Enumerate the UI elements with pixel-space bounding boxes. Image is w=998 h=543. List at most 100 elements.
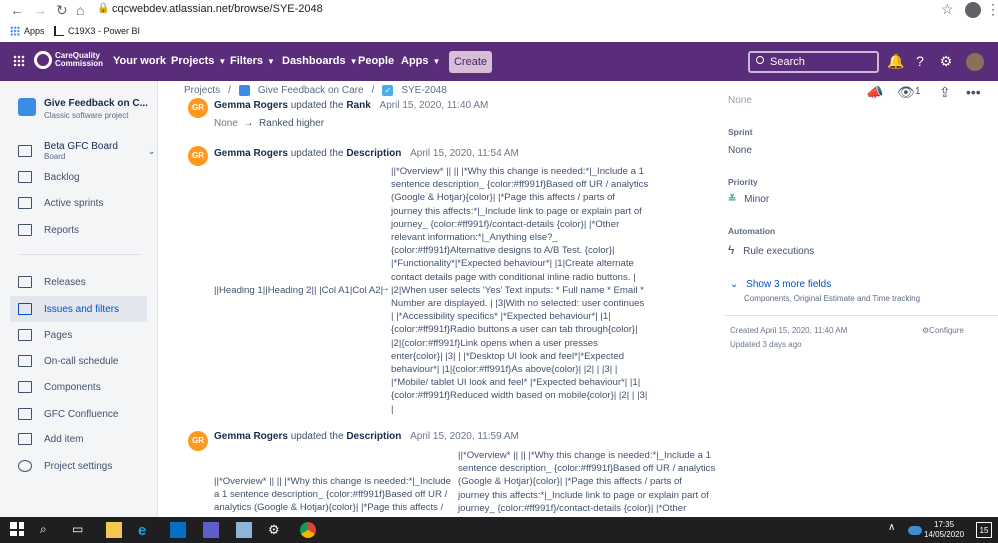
chevron-down-icon: ▼ — [218, 56, 227, 66]
notifications-icon[interactable]: 🔔 — [887, 53, 904, 69]
create-button[interactable]: Create — [449, 51, 492, 73]
lightning-icon: ϟ — [728, 243, 735, 257]
description-old-value: ||Heading 1||Heading 2|| |Col A1|Col A2| — [214, 285, 384, 296]
user-avatar[interactable] — [966, 53, 984, 71]
history-change: None → Ranked higher — [214, 118, 324, 129]
file-explorer-icon[interactable] — [106, 522, 122, 538]
bookmark-apps[interactable]: Apps — [10, 26, 45, 36]
home-icon[interactable]: ⌂ — [76, 2, 84, 18]
description-line: ||*Overview* || || |*Why this change is … — [214, 476, 451, 487]
sidebar-item-project-settings[interactable]: Project settings — [18, 460, 112, 472]
nav-projects[interactable]: Projects ▼ — [171, 55, 226, 67]
sidebar-item-reports[interactable]: Reports — [18, 224, 79, 236]
description-line: | — [391, 403, 394, 415]
updated-date: Updated 3 days ago — [730, 340, 802, 349]
reload-icon[interactable]: ↻ — [56, 2, 68, 19]
nav-label: Apps — [401, 55, 429, 67]
history-action: updated the — [290, 431, 344, 442]
sidebar-divider — [18, 254, 142, 255]
windows-start-icon[interactable] — [10, 522, 24, 536]
automation-field[interactable]: ϟ Rule executions — [728, 243, 814, 257]
description-line: journey this affects:*|_Include link to … — [391, 205, 642, 217]
project-header[interactable]: Give Feedback on C... Classic software p… — [18, 98, 148, 120]
notes-icon[interactable] — [236, 522, 252, 538]
description-line: relevant information:*|_Anything else?_ — [391, 232, 558, 244]
sidebar-item-issues-and-filters[interactable]: Issues and filters — [10, 296, 147, 322]
back-icon[interactable]: ← — [10, 2, 24, 18]
task-view-icon[interactable]: ▭ — [72, 522, 88, 538]
sidebar-item-pages[interactable]: Pages — [18, 329, 72, 341]
apps-icon — [10, 26, 20, 36]
breadcrumb-projects[interactable]: Projects — [184, 85, 220, 96]
chrome-icon[interactable] — [300, 522, 316, 538]
profile-icon[interactable] — [965, 2, 981, 18]
sprint-value[interactable]: None — [728, 145, 752, 156]
description-line: |2|{color:#ff991f}Link opens when a user… — [391, 337, 598, 349]
breadcrumb-issue-key[interactable]: SYE-2048 — [401, 85, 447, 96]
nav-your-work[interactable]: Your work — [113, 55, 166, 67]
configure-label: Configure — [929, 326, 964, 335]
history-author[interactable]: Gemma Rogers — [214, 148, 288, 159]
sidebar-item-add-item[interactable]: Add item — [18, 433, 83, 445]
project-type: Classic software project — [44, 111, 129, 120]
address-bar[interactable]: cqcwebdev.atlassian.net/browse/SYE-2048 — [112, 3, 323, 15]
show-more-fields-button[interactable]: ⌄ Show 3 more fields — [730, 279, 831, 290]
description-line: (Google & Hotjar){color}| |*Page this af… — [458, 476, 682, 488]
outlook-icon[interactable] — [170, 522, 186, 538]
sidebar-item-components[interactable]: Components — [18, 381, 101, 393]
bookmark-powerbi[interactable]: C19X3 - Power BI — [54, 26, 140, 36]
more-actions-icon[interactable]: ••• — [966, 84, 981, 100]
sidebar-item-releases[interactable]: Releases — [18, 276, 86, 288]
help-icon[interactable]: ? — [912, 53, 928, 69]
browser-menu-icon[interactable]: ⋮ — [986, 1, 998, 18]
sidebar-item-label: Add item — [44, 433, 84, 445]
lock-icon[interactable]: 🔒 — [97, 3, 109, 14]
system-clock[interactable]: 17:35 14/05/2020 — [924, 520, 964, 540]
notification-center-icon[interactable]: 15 — [976, 522, 992, 538]
internet-explorer-icon[interactable]: e — [138, 522, 154, 539]
confluence-icon — [18, 408, 32, 420]
onedrive-icon[interactable] — [908, 526, 922, 535]
chevron-up-icon[interactable]: ∧ — [888, 522, 904, 538]
sidebar-item-label: Pages — [44, 329, 73, 341]
settings-icon[interactable]: ⚙ — [268, 522, 284, 538]
nav-people[interactable]: People — [358, 55, 394, 67]
share-icon[interactable]: ⇪ — [939, 84, 951, 101]
chevron-down-icon: ▼ — [267, 56, 275, 66]
sidebar-item-active-sprints[interactable]: Active sprints — [18, 197, 103, 209]
nav-dashboards[interactable]: Dashboards ▼ — [282, 55, 358, 67]
sidebar-item-on-call[interactable]: On-call schedule — [18, 355, 118, 367]
description-line: journey_ {color:#ff991f}/contact-details… — [458, 502, 687, 514]
breadcrumb-project[interactable]: Give Feedback on Care — [258, 85, 364, 96]
watch-eye-icon[interactable]: 👁 — [897, 84, 915, 101]
teams-icon[interactable] — [203, 522, 219, 538]
breadcrumb-separator: / — [371, 85, 375, 96]
logo-mark — [34, 51, 52, 69]
forward-icon[interactable]: → — [33, 2, 47, 18]
details-divider — [724, 315, 998, 316]
board-icon — [18, 145, 32, 157]
board-name: Beta GFC Board — [44, 141, 118, 152]
search-icon[interactable]: ⌕ — [40, 522, 56, 538]
configure-button[interactable]: ⚙Configure — [922, 326, 964, 335]
nav-filters[interactable]: Filters ▼ — [230, 55, 275, 67]
search-input[interactable]: Search — [748, 51, 879, 73]
settings-gear-icon[interactable]: ⚙ — [938, 53, 954, 69]
bookmark-star-icon[interactable]: ☆ — [941, 1, 954, 18]
search-icon — [756, 56, 764, 64]
feedback-megaphone-icon[interactable]: 📣 — [866, 84, 883, 101]
priority-field[interactable]: ≚ Minor — [728, 194, 769, 205]
sidebar-item-backlog[interactable]: Backlog — [18, 171, 80, 183]
board-selector[interactable]: Beta GFC Board Board ⌄ — [18, 141, 155, 161]
history-author[interactable]: Gemma Rogers — [214, 100, 288, 111]
issues-icon — [18, 303, 32, 315]
app-switcher-icon[interactable] — [13, 55, 25, 67]
bookmark-label: C19X3 - Power BI — [68, 26, 141, 36]
sidebar-item-gfc-confluence[interactable]: GFC Confluence — [18, 408, 118, 420]
avatar: GR — [188, 431, 208, 451]
top-navigation: CareQuality Commission Your work Project… — [0, 42, 998, 81]
logo[interactable]: CareQuality Commission — [34, 51, 103, 69]
nav-apps[interactable]: Apps ▼ — [401, 55, 440, 67]
task-type-icon: ✓ — [382, 85, 394, 96]
history-author[interactable]: Gemma Rogers — [214, 431, 288, 442]
